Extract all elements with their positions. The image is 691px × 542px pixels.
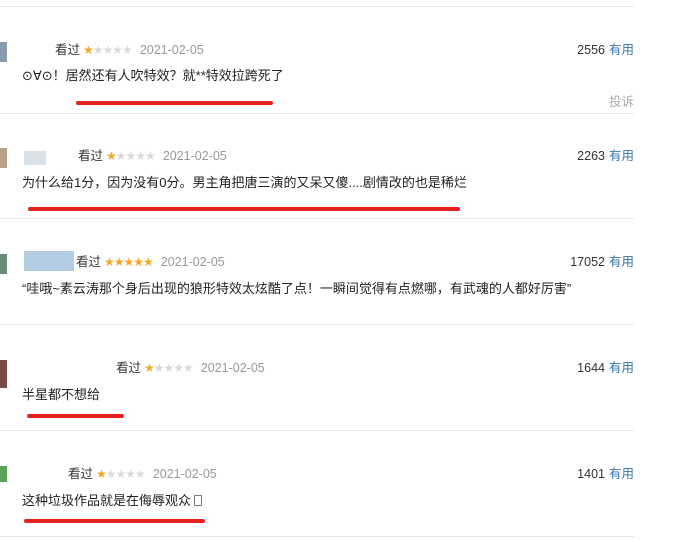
highlight-underline [24,519,205,523]
vote-block: 1644 有用 [577,360,634,376]
divider [0,6,634,7]
watched-status: 看过 [55,43,81,57]
vote-count: 1644 [577,361,605,375]
watched-status: 看过 [116,361,142,375]
highlight-underline [28,207,460,211]
useful-button[interactable]: 有用 [609,255,634,269]
comment-item: 看过 ★★★★★ 2021-02-05 1401 有用 这种垃圾作品就是在侮辱观众 [0,466,634,536]
comment-item: 看过 ★★★★★ 2021-02-05 17052 有用 “哇哦~素云涛那个身后出现的… [0,251,634,324]
comment-text: ⊙∀⊙！居然还有人吹特效？就**特效拉跨死了 [22,68,284,83]
phone-icon [194,495,203,506]
divider [0,113,634,114]
username-obscured [24,251,74,271]
avatar[interactable] [0,148,7,168]
divider [0,430,634,431]
vote-block: 1401 有用 [577,466,634,482]
rating-stars: ★★★★★ [104,255,154,269]
useful-button[interactable]: 有用 [609,43,634,57]
comment-item: 看过 ★★★★★ 2021-02-05 2556 有用 ⊙∀⊙！居然还有人吹特效？就*… [0,42,634,112]
avatar[interactable] [0,360,7,388]
avatar[interactable] [0,466,7,482]
comment-header: 看过 ★★★★★ 2021-02-05 [116,360,265,376]
vote-count: 2263 [577,149,605,163]
divider [0,324,634,325]
vote-block: 17052 有用 [570,254,634,270]
avatar[interactable] [0,42,7,62]
comment-date: 2021-02-05 [162,149,227,163]
vote-count: 17052 [570,255,605,269]
comment-text: 为什么给1分，因为没有0分。男主角把唐三演的又呆又傻....剧情改的也是稀烂 [22,175,467,190]
comment-text: 这种垃圾作品就是在侮辱观众 [22,493,192,508]
watched-status: 看过 [68,467,94,481]
watched-status: 看过 [76,255,102,269]
rating-stars: ★★★★★ [144,361,194,375]
comment-date: 2021-02-05 [160,255,225,269]
comment-item: 看过 ★★★★★ 2021-02-05 1644 有用 半星都不想给 [0,360,634,430]
useful-button[interactable]: 有用 [609,149,634,163]
vote-block: 2263 有用 [577,148,634,164]
divider [0,218,634,219]
highlight-underline [27,414,124,418]
comment-item: 看过 ★★★★★ 2021-02-05 2263 有用 为什么给1分，因为没有0分。男… [0,148,634,218]
comment-date: 2021-02-05 [200,361,265,375]
watched-status: 看过 [78,149,104,163]
vote-count: 1401 [577,467,605,481]
useful-button[interactable]: 有用 [609,467,634,481]
comment-text-row: 这种垃圾作品就是在侮辱观众 [22,492,203,510]
avatar[interactable] [0,254,7,274]
useful-button[interactable]: 有用 [609,361,634,375]
rating-stars: ★★★★★ [83,43,133,57]
vote-block: 2556 有用 [577,42,634,58]
username-obscured [24,151,46,165]
comment-date: 2021-02-05 [152,467,217,481]
report-button[interactable]: 投诉 [609,91,634,110]
rating-stars: ★★★★★ [106,149,156,163]
comment-header: 看过 ★★★★★ 2021-02-05 [68,466,217,482]
comment-header: 看过 ★★★★★ 2021-02-05 [55,42,204,58]
comment-header: 看过 ★★★★★ 2021-02-05 [78,148,227,164]
vote-count: 2556 [577,43,605,57]
comment-header: 看过 ★★★★★ 2021-02-05 [76,254,225,270]
comment-text: 半星都不想给 [22,387,101,402]
rating-stars: ★★★★★ [96,467,146,481]
divider [0,536,634,537]
comment-date: 2021-02-05 [139,43,204,57]
highlight-underline [76,101,273,105]
comment-text: “哇哦~素云涛那个身后出现的狼形特效太炫酷了点！一瞬间觉得有点燃哪，有武魂的人都… [22,281,572,296]
